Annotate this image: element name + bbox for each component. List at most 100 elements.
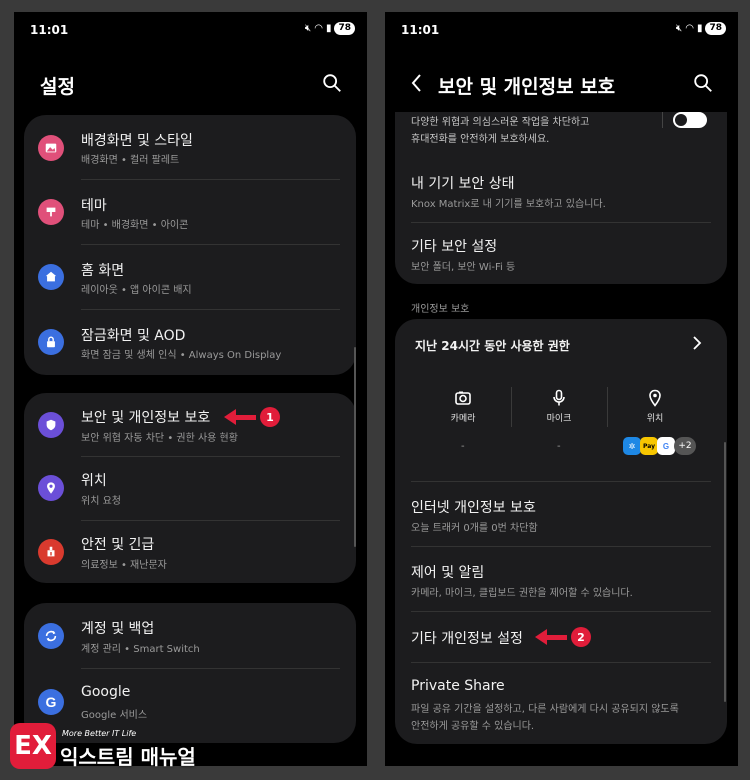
security-privacy-screen: 11:01 🔇︎ ◠ ▮ 78 보안 및 개인정보 보호 다양한 위협과 의심스… bbox=[385, 12, 738, 766]
scrollbar[interactable] bbox=[724, 442, 726, 702]
settings-item-wallpaper[interactable]: 배경화면 및 스타일 배경화면 • 컬러 팔레트 bbox=[24, 115, 356, 180]
item-subtitle: 보안 폴더, 보안 Wi-Fi 등 bbox=[411, 262, 516, 273]
microphone-icon bbox=[553, 389, 565, 406]
logo-name: 익스트림 매뉴얼 bbox=[60, 745, 196, 769]
item-title: 위치 bbox=[81, 473, 107, 489]
item-subtitle: 배경화면 • 컬러 팔레트 bbox=[81, 155, 180, 166]
item-subtitle: 화면 잠금 및 생체 인식 • Always On Display bbox=[81, 350, 282, 361]
item-subtitle: Google 서비스 bbox=[81, 710, 148, 721]
theme-brush-icon bbox=[38, 199, 64, 225]
internet-privacy-item[interactable]: 인터넷 개인정보 보호 오늘 트래커 0개를 0번 차단함 bbox=[395, 482, 727, 546]
search-icon[interactable] bbox=[321, 72, 343, 94]
security-group: 다양한 위협과 의심스러운 작업을 차단하고 휴대전화를 안전하게 보호하세요.… bbox=[395, 112, 727, 284]
toggle-knob bbox=[675, 114, 687, 126]
status-icons: 🔇︎ ◠ ▮ 78 bbox=[676, 22, 726, 35]
permissions-used-panel[interactable]: 지난 24시간 동안 사용한 권한 카메라 마이크 위치 - - ✲ Pay G… bbox=[395, 319, 727, 479]
permission-camera[interactable]: 카메라 bbox=[415, 389, 511, 424]
arrow-head bbox=[535, 629, 547, 645]
sync-icon bbox=[38, 623, 64, 649]
section-label: 개인정보 보호 bbox=[411, 304, 470, 315]
item-title: 테마 bbox=[81, 198, 107, 214]
settings-item-security-privacy[interactable]: 보안 및 개인정보 보호 보안 위협 자동 차단 • 권한 사용 현황 bbox=[24, 393, 356, 457]
google-icon: G bbox=[38, 689, 64, 715]
mute-icon: 🔇︎ bbox=[304, 23, 312, 34]
permission-label: 위치 bbox=[646, 414, 664, 424]
wifi-icon: ◠ bbox=[314, 23, 323, 34]
settings-item-accounts-backup[interactable]: 계정 및 백업 계정 관리 • Smart Switch bbox=[24, 603, 356, 669]
app-icon-1: ✲ bbox=[623, 437, 641, 455]
item-subtitle: 보안 위협 자동 차단 • 권한 사용 현황 bbox=[81, 433, 238, 444]
settings-group-security: 보안 및 개인정보 보호 보안 위협 자동 차단 • 권한 사용 현황 위치 위… bbox=[24, 393, 356, 583]
item-subtitle: 휴대전화를 안전하게 보호하세요. bbox=[411, 134, 550, 145]
annotation-arrow-1: 1 bbox=[224, 407, 280, 427]
item-subtitle: 카메라, 마이크, 클립보드 권한을 제어할 수 있습니다. bbox=[411, 588, 633, 599]
item-title: 내 기기 보안 상태 bbox=[411, 176, 515, 192]
search-icon[interactable] bbox=[692, 72, 714, 94]
scrollbar[interactable] bbox=[354, 347, 356, 547]
divider bbox=[662, 112, 663, 128]
item-subtitle: 파일 공유 기간을 설정하고, 다른 사람에게 다시 공유되지 않도록 bbox=[411, 704, 679, 715]
item-title: 홈 화면 bbox=[81, 263, 125, 279]
item-subtitle: 의료정보 • 재난문자 bbox=[81, 560, 167, 571]
image-icon bbox=[38, 135, 64, 161]
item-subtitle: Knox Matrix로 내 기기를 보호하고 있습니다. bbox=[411, 199, 606, 210]
arrow-head bbox=[224, 409, 236, 425]
privacy-group: 지난 24시간 동안 사용한 권한 카메라 마이크 위치 - - ✲ Pay G… bbox=[395, 319, 727, 744]
item-title: 인터넷 개인정보 보호 bbox=[411, 500, 536, 516]
device-security-status-item[interactable]: 내 기기 보안 상태 Knox Matrix로 내 기기를 보호하고 있습니다. bbox=[395, 160, 727, 222]
permission-location[interactable]: 위치 bbox=[607, 389, 703, 424]
page-title: 설정 bbox=[40, 76, 75, 98]
camera-usage-value: - bbox=[461, 441, 465, 452]
site-logo: EX More Better IT Life 익스트림 매뉴얼 bbox=[10, 723, 200, 771]
settings-group-display: 배경화면 및 스타일 배경화면 • 컬러 팔레트 테마 테마 • 배경화면 • … bbox=[24, 115, 356, 375]
microphone-usage-value: - bbox=[557, 441, 561, 452]
logo-tagline: More Better IT Life bbox=[62, 729, 137, 738]
status-icons: 🔇︎ ◠ ▮ 78 bbox=[305, 22, 355, 35]
item-title: 다양한 위협과 의심스러운 작업을 차단하고 bbox=[411, 117, 590, 128]
item-subtitle: 계정 관리 • Smart Switch bbox=[81, 644, 200, 655]
mute-icon: 🔇︎ bbox=[675, 23, 683, 34]
item-subtitle-line2: 안전하게 공유할 수 있습니다. bbox=[411, 721, 535, 732]
google-app-icon: G bbox=[657, 437, 675, 455]
status-time: 11:01 bbox=[30, 23, 69, 37]
private-share-item[interactable]: Private Share 파일 공유 기간을 설정하고, 다른 사람에게 다시… bbox=[395, 663, 727, 743]
battery-badge: 78 bbox=[334, 22, 355, 35]
item-title: Google bbox=[81, 684, 131, 700]
settings-item-home-screen[interactable]: 홈 화면 레이아웃 • 앱 아이콘 배지 bbox=[24, 245, 356, 310]
emergency-icon bbox=[38, 539, 64, 565]
threat-protection-item[interactable]: 다양한 위협과 의심스러운 작업을 차단하고 휴대전화를 안전하게 보호하세요. bbox=[395, 112, 727, 160]
item-subtitle: 테마 • 배경화면 • 아이콘 bbox=[81, 220, 189, 231]
chevron-right-icon[interactable] bbox=[690, 335, 704, 351]
controls-alerts-item[interactable]: 제어 및 알림 카메라, 마이크, 클립보드 권한을 제어할 수 있습니다. bbox=[395, 547, 727, 611]
item-title: 잠금화면 및 AOD bbox=[81, 328, 186, 344]
item-title: 제어 및 알림 bbox=[411, 565, 485, 581]
back-arrow-icon[interactable] bbox=[407, 72, 427, 94]
permissions-title: 지난 24시간 동안 사용한 권한 bbox=[415, 339, 570, 353]
battery-badge: 78 bbox=[705, 22, 726, 35]
wifi-icon: ◠ bbox=[685, 23, 694, 34]
item-title: 보안 및 개인정보 보호 bbox=[81, 410, 211, 426]
settings-group-accounts: 계정 및 백업 계정 관리 • Smart Switch G Google Go… bbox=[24, 603, 356, 743]
app-icon-2: Pay bbox=[640, 437, 658, 455]
settings-item-safety-emergency[interactable]: 안전 및 긴급 의료정보 • 재난문자 bbox=[24, 521, 356, 583]
item-subtitle: 오늘 트래커 0개를 0번 차단함 bbox=[411, 523, 538, 534]
permission-label: 마이크 bbox=[546, 414, 572, 424]
arrow-shaft bbox=[236, 414, 256, 420]
lock-icon bbox=[38, 329, 64, 355]
shield-icon bbox=[38, 412, 64, 438]
status-bar: 11:01 🔇︎ ◠ ▮ 78 bbox=[385, 12, 738, 48]
location-pin-icon bbox=[38, 475, 64, 501]
settings-item-theme[interactable]: 테마 테마 • 배경화면 • 아이콘 bbox=[24, 180, 356, 245]
settings-screen: 11:01 🔇︎ ◠ ▮ 78 설정 배경화면 및 스타일 배경화면 • 컬러 … bbox=[14, 12, 367, 766]
logo-mark: EX bbox=[10, 723, 56, 769]
item-title: 계정 및 백업 bbox=[81, 621, 155, 637]
item-title: 안전 및 긴급 bbox=[81, 537, 155, 553]
settings-item-location[interactable]: 위치 위치 요청 bbox=[24, 457, 356, 520]
item-title: 기타 개인정보 설정 bbox=[411, 631, 523, 647]
annotation-badge: 1 bbox=[260, 407, 280, 427]
other-security-settings-item[interactable]: 기타 보안 설정 보안 폴더, 보안 Wi-Fi 등 bbox=[395, 223, 727, 283]
threat-protection-toggle[interactable] bbox=[673, 112, 707, 128]
settings-item-lock-screen[interactable]: 잠금화면 및 AOD 화면 잠금 및 생체 인식 • Always On Dis… bbox=[24, 310, 356, 375]
permission-microphone[interactable]: 마이크 bbox=[511, 389, 607, 424]
annotation-arrow-2: 2 bbox=[535, 627, 591, 647]
